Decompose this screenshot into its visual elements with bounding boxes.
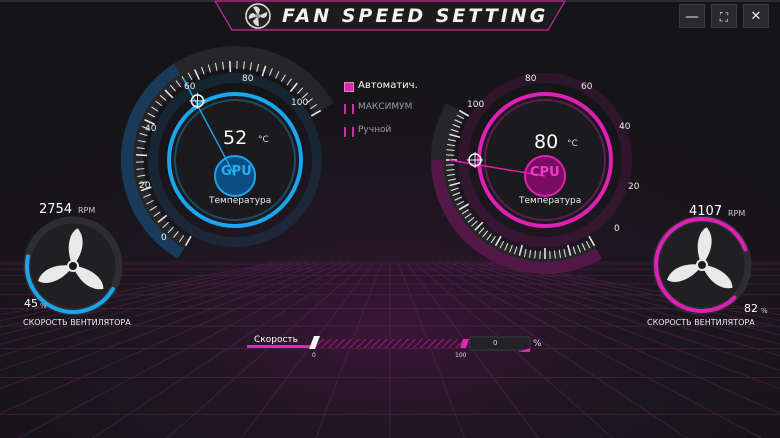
cpu-fan-percent: 82 <box>744 302 758 315</box>
cpu-fan-rpm: 4107 <box>689 204 723 219</box>
gpu-fan-rpm-unit: RPM <box>78 206 96 215</box>
speed-max-label: 100 <box>455 352 467 359</box>
speed-label: Скорость <box>254 335 298 345</box>
speed-unit: % <box>533 339 542 349</box>
fan-speed-window: FAN SPEED SETTING — ⛶ ✕ 0 20 40 60 80 10… <box>0 0 780 438</box>
cpu-fan-dial <box>652 215 752 315</box>
cpu-fan-rpm-unit: RPM <box>728 209 746 218</box>
speed-value-input[interactable]: 0 <box>493 339 497 347</box>
cpu-fan-percent-unit: % <box>761 307 768 315</box>
gpu-fan-rpm: 2754 <box>39 202 73 217</box>
gpu-fan-caption: СКОРОСТЬ ВЕНТИЛЯТОРА <box>23 318 131 327</box>
speed-min-label: 0 <box>312 352 316 359</box>
gpu-fan-percent: 45 <box>24 297 38 310</box>
cpu-fan-caption: СКОРОСТЬ ВЕНТИЛЯТОРА <box>647 318 755 327</box>
gpu-fan-percent-unit: % <box>40 302 47 310</box>
